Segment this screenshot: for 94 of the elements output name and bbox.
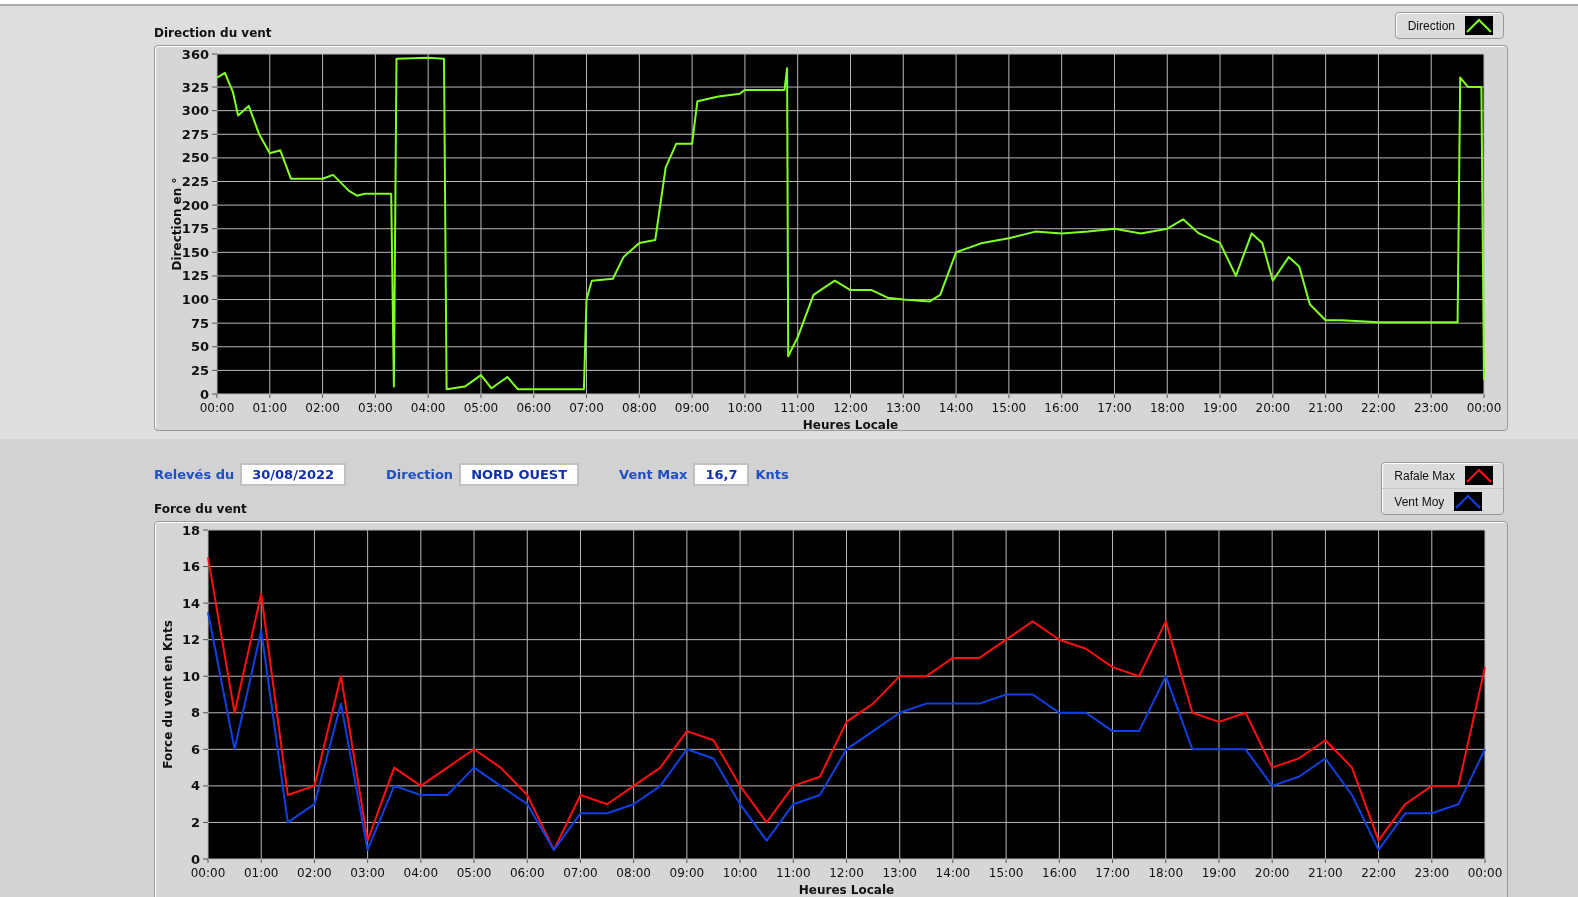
x-tick-label: 20:00 xyxy=(1255,401,1291,415)
x-tick-label: 17:00 xyxy=(1095,866,1130,880)
chart-title: Force du vent xyxy=(154,502,248,518)
y-tick-label: 18 xyxy=(181,522,200,538)
y-tick-label: 12 xyxy=(181,632,200,648)
y-tick-label: 175 xyxy=(181,221,209,237)
x-tick-label: 17:00 xyxy=(1097,401,1132,415)
y-tick-label: 16 xyxy=(181,559,200,575)
y-tick-label: 14 xyxy=(181,595,200,611)
field-label: Vent Max xyxy=(619,467,688,482)
line-swatch-icon xyxy=(1465,466,1493,485)
x-tick-label: 02:00 xyxy=(297,866,332,880)
y-tick-label: 50 xyxy=(190,339,209,355)
field-label: Direction xyxy=(386,467,454,482)
y-tick-label: 2 xyxy=(190,814,200,830)
x-tick-label: 21:00 xyxy=(1308,401,1343,415)
y-tick-label: 25 xyxy=(190,362,209,378)
x-tick-label: 11:00 xyxy=(780,401,815,415)
x-tick-label: 07:00 xyxy=(563,866,598,880)
x-tick-label: 01:00 xyxy=(243,866,279,880)
x-tick-label: 00:00 xyxy=(1467,866,1503,880)
y-tick-label: 10 xyxy=(181,668,200,684)
x-tick-label: 06:00 xyxy=(509,866,545,880)
value-field: NORD OUEST xyxy=(459,463,580,486)
x-tick-label: 19:00 xyxy=(1202,401,1238,415)
value-field: 30/08/2022 xyxy=(240,463,347,486)
x-tick-label: 12:00 xyxy=(833,401,868,415)
field-label: Relevés du xyxy=(154,467,235,482)
x-tick-label: 10:00 xyxy=(727,401,763,415)
x-tick-label: 05:00 xyxy=(456,866,492,880)
y-axis-label: Direction en ° xyxy=(170,177,184,271)
x-tick-label: 18:00 xyxy=(1149,401,1185,415)
x-tick-label: 14:00 xyxy=(935,866,971,880)
y-tick-label: 75 xyxy=(190,315,209,331)
x-tick-label: 15:00 xyxy=(991,401,1027,415)
x-tick-label: 18:00 xyxy=(1148,866,1184,880)
y-tick-label: 225 xyxy=(181,174,209,189)
x-tick-label: 04:00 xyxy=(403,866,439,880)
x-tick-label: 03:00 xyxy=(350,866,385,880)
legend-label: Direction xyxy=(1407,18,1455,33)
x-tick-label: 03:00 xyxy=(358,401,393,415)
y-tick-label: 125 xyxy=(181,268,209,284)
y-tick-label: 4 xyxy=(190,778,200,794)
x-tick-label: 08:00 xyxy=(616,866,651,880)
x-tick-label: 21:00 xyxy=(1308,866,1343,880)
y-tick-label: 300 xyxy=(181,103,209,119)
x-tick-label: 22:00 xyxy=(1361,401,1396,415)
y-tick-label: 200 xyxy=(181,197,209,213)
x-tick-label: 20:00 xyxy=(1254,866,1290,880)
x-tick-label: 23:00 xyxy=(1414,866,1450,880)
x-tick-label: 08:00 xyxy=(622,401,657,415)
x-tick-label: 09:00 xyxy=(669,866,705,880)
y-tick-label: 275 xyxy=(181,126,209,142)
y-tick-label: 6 xyxy=(190,741,200,757)
y-tick-label: 360 xyxy=(181,46,209,62)
x-axis-label: Heures Locale xyxy=(798,883,895,897)
value-field: 16,7 xyxy=(693,463,750,486)
x-tick-label: 16:00 xyxy=(1044,401,1079,415)
y-tick-label: 150 xyxy=(181,244,209,260)
x-tick-label: 00:00 xyxy=(1466,401,1502,415)
y-tick-label: 325 xyxy=(181,79,209,95)
x-tick-label: 01:00 xyxy=(252,401,288,415)
y-tick-label: 250 xyxy=(181,150,209,166)
unit-label: Knts xyxy=(755,467,789,482)
x-tick-label: 19:00 xyxy=(1201,866,1237,880)
x-tick-label: 11:00 xyxy=(776,866,811,880)
x-axis-label: Heures Locale xyxy=(802,418,899,430)
y-tick-label: 100 xyxy=(181,292,209,308)
x-tick-label: 22:00 xyxy=(1361,866,1396,880)
x-tick-label: 12:00 xyxy=(829,866,864,880)
x-tick-label: 13:00 xyxy=(886,401,921,415)
x-tick-label: 14:00 xyxy=(938,401,974,415)
y-tick-label: 8 xyxy=(190,705,200,721)
line-swatch-icon xyxy=(1454,492,1483,511)
x-tick-label: 13:00 xyxy=(882,866,917,880)
x-tick-label: 16:00 xyxy=(1042,866,1077,880)
x-tick-label: 15:00 xyxy=(988,866,1024,880)
y-tick-label: 0 xyxy=(190,851,200,867)
legend-label: Vent Moy xyxy=(1394,494,1445,509)
x-tick-label: 04:00 xyxy=(410,401,446,415)
x-tick-label: 00:00 xyxy=(190,866,226,880)
y-axis-label: Force du vent en Knts xyxy=(161,620,175,769)
x-tick-label: 10:00 xyxy=(722,866,758,880)
x-tick-label: 23:00 xyxy=(1413,401,1449,415)
x-tick-label: 00:00 xyxy=(199,401,235,415)
line-swatch-icon xyxy=(1465,16,1493,35)
x-tick-label: 06:00 xyxy=(516,401,552,415)
x-tick-label: 09:00 xyxy=(674,401,710,415)
chart-title: Direction du vent xyxy=(154,26,272,42)
x-tick-label: 05:00 xyxy=(463,401,499,415)
y-tick-label: 0 xyxy=(199,386,209,402)
legend-label: Rafale Max xyxy=(1394,468,1455,483)
x-tick-label: 07:00 xyxy=(569,401,604,415)
x-tick-label: 02:00 xyxy=(305,401,340,415)
